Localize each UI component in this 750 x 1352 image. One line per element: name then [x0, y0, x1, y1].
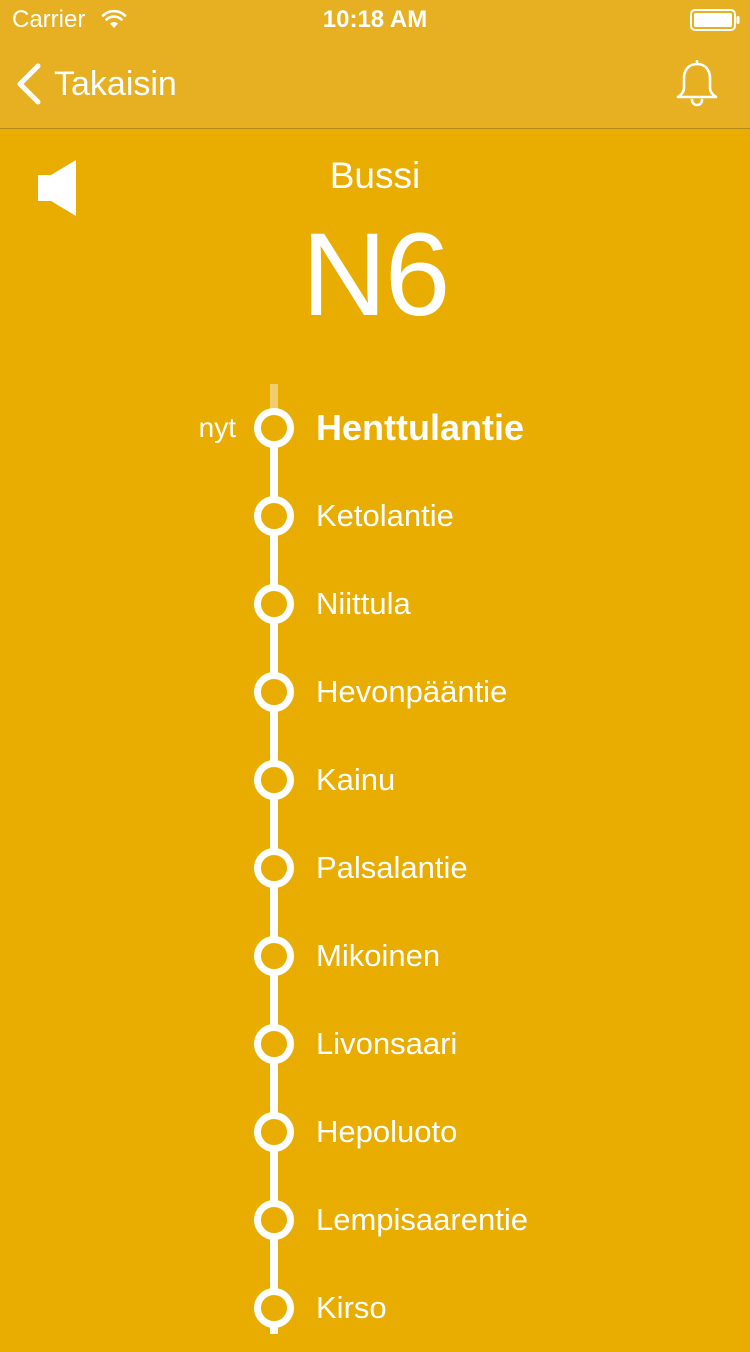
stop-marker-icon: [254, 848, 294, 888]
stop-item[interactable]: Palsalantie: [0, 824, 750, 912]
stop-item[interactable]: Hepoluoto: [0, 1088, 750, 1176]
chevron-left-icon: [17, 63, 41, 105]
stop-name: Livonsaari: [316, 1026, 458, 1061]
clock: 10:18 AM: [322, 6, 428, 33]
stop-marker-icon: [254, 496, 294, 536]
stop-marker-icon: [254, 1024, 294, 1064]
stop-name: Mikoinen: [316, 938, 441, 973]
back-label: Takaisin: [54, 65, 177, 103]
stop-marker-icon: [254, 936, 294, 976]
vehicle-type: Bussi: [329, 155, 421, 196]
stop-item[interactable]: nyt Henttulantie: [0, 384, 750, 472]
stop-name: Hevonpääntie: [316, 674, 508, 709]
stop-name: Hepoluoto: [316, 1114, 458, 1149]
stop-list: nyt Henttulantie Ketolantie Niittula Hev…: [0, 384, 750, 1334]
stop-item[interactable]: Hevonpääntie: [0, 648, 750, 736]
stop-item[interactable]: Lempisaarentie: [0, 1176, 750, 1264]
stop-item[interactable]: Niittula: [0, 560, 750, 648]
stop-name: Kirso: [316, 1290, 387, 1325]
stop-marker-icon: [254, 1200, 294, 1240]
stop-item[interactable]: Ketolantie: [0, 472, 750, 560]
stop-name: Niittula: [316, 586, 411, 621]
now-label: nyt: [198, 412, 236, 443]
navigation-bar: Takaisin: [0, 40, 750, 129]
stop-marker-icon: [254, 1112, 294, 1152]
stop-name: Henttulantie: [316, 407, 525, 448]
route-number: N6: [301, 209, 451, 341]
bell-icon[interactable]: [674, 60, 720, 108]
stop-name: Lempisaarentie: [316, 1202, 528, 1237]
stop-marker-icon: [254, 672, 294, 712]
stop-item[interactable]: Kirso: [0, 1264, 750, 1352]
stop-marker-icon: [254, 760, 294, 800]
status-bar: Carrier 10:18 AM: [0, 0, 750, 40]
battery-icon: [690, 9, 740, 31]
stop-name: Kainu: [316, 762, 396, 797]
stop-item[interactable]: Livonsaari: [0, 1000, 750, 1088]
stop-item[interactable]: Mikoinen: [0, 912, 750, 1000]
stop-name: Palsalantie: [316, 850, 468, 885]
back-button[interactable]: Takaisin: [14, 40, 177, 128]
stop-item[interactable]: Kainu: [0, 736, 750, 824]
stop-name: Ketolantie: [316, 498, 454, 533]
stop-marker-icon: [254, 584, 294, 624]
stop-marker-icon: [254, 1288, 294, 1328]
stop-marker-icon: [254, 408, 294, 448]
